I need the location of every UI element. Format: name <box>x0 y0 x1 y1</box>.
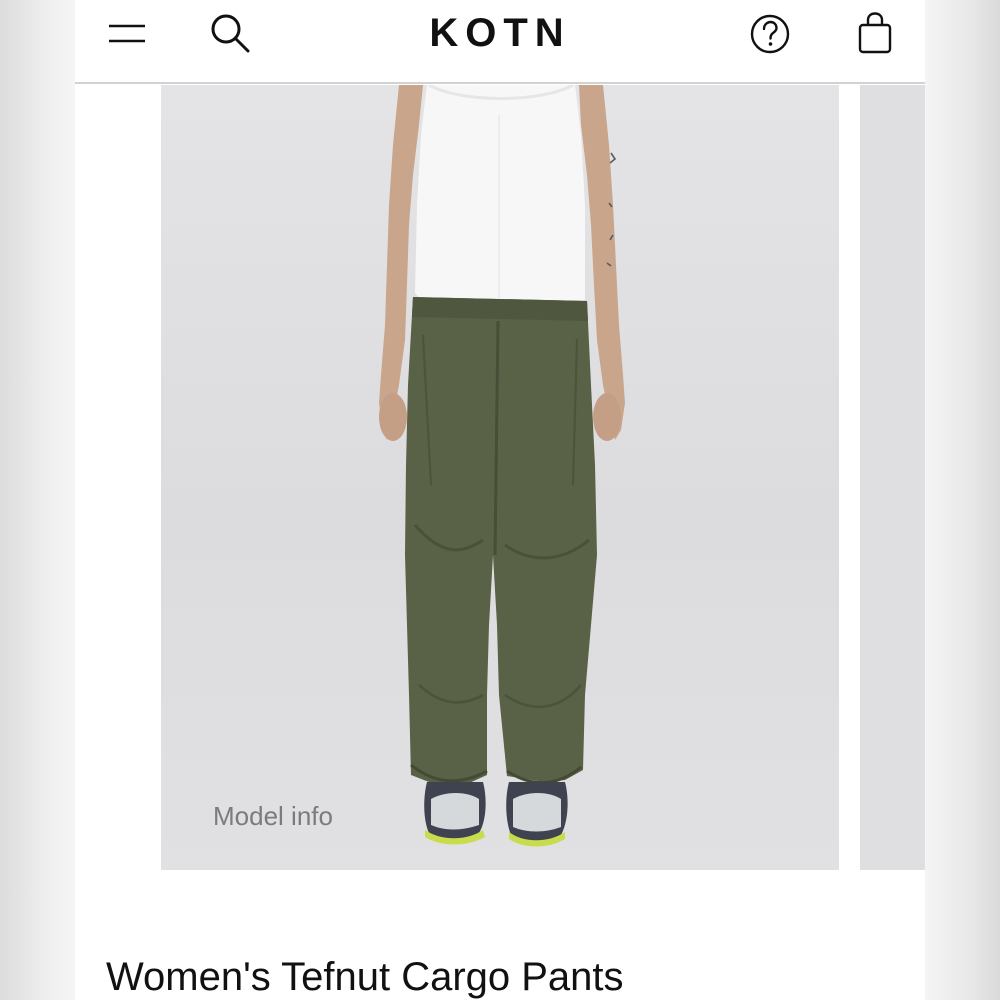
menu-button[interactable] <box>108 16 146 50</box>
search-icon <box>211 14 250 53</box>
site-header: KOTN <box>75 0 925 84</box>
shopping-bag-icon <box>858 12 892 54</box>
product-image[interactable]: Model info <box>161 85 839 870</box>
help-button[interactable] <box>748 12 792 56</box>
backdrop-right <box>925 0 1000 1000</box>
backdrop-left <box>0 0 75 1000</box>
model-photo <box>379 85 625 847</box>
model-info-link[interactable]: Model info <box>213 801 333 832</box>
product-title: Women's Tefnut Cargo Pants <box>106 955 624 999</box>
question-circle-icon <box>750 14 790 54</box>
search-button[interactable] <box>208 10 254 56</box>
next-gallery-image[interactable] <box>860 85 925 870</box>
product-page: KOTN Model info Women's Tefnut Cargo Pan… <box>75 0 925 1000</box>
hamburger-menu-icon <box>109 24 145 43</box>
shopping-bag-button[interactable] <box>855 10 895 56</box>
kotn-logo[interactable]: KOTN <box>400 10 600 56</box>
